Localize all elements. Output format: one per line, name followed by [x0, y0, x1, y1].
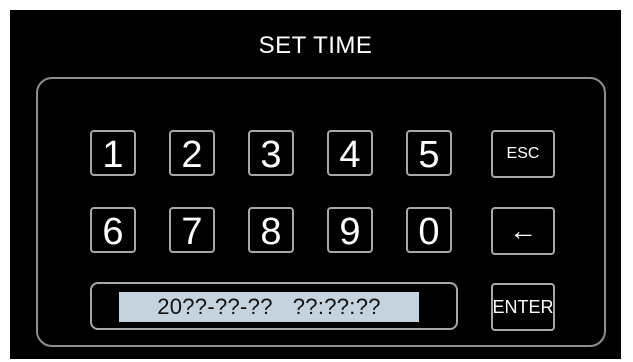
datetime-display[interactable]: 20??-??-?? ??:??:??: [119, 292, 419, 322]
key-1[interactable]: 1: [90, 130, 136, 176]
time-value: ??:??:??: [292, 294, 381, 319]
key-7[interactable]: 7: [169, 207, 215, 253]
key-6[interactable]: 6: [90, 207, 136, 253]
key-9[interactable]: 9: [327, 207, 373, 253]
key-2[interactable]: 2: [169, 130, 215, 176]
key-5[interactable]: 5: [406, 130, 452, 176]
set-time-screen: SET TIME 1 2 3 4 5 6 7 8 9 0 ESC ← ENTER…: [10, 10, 621, 359]
key-4[interactable]: 4: [327, 130, 373, 176]
page-title: SET TIME: [258, 32, 373, 59]
date-value: 20??-??-??: [157, 294, 273, 319]
key-8[interactable]: 8: [248, 207, 294, 253]
backspace-button[interactable]: ←: [491, 207, 555, 255]
key-3[interactable]: 3: [248, 130, 294, 176]
enter-button[interactable]: ENTER: [491, 283, 555, 331]
datetime-display-frame: 20??-??-?? ??:??:??: [90, 282, 458, 330]
back-arrow-icon: ←: [509, 215, 537, 246]
esc-button[interactable]: ESC: [491, 130, 555, 178]
key-0[interactable]: 0: [406, 207, 452, 253]
